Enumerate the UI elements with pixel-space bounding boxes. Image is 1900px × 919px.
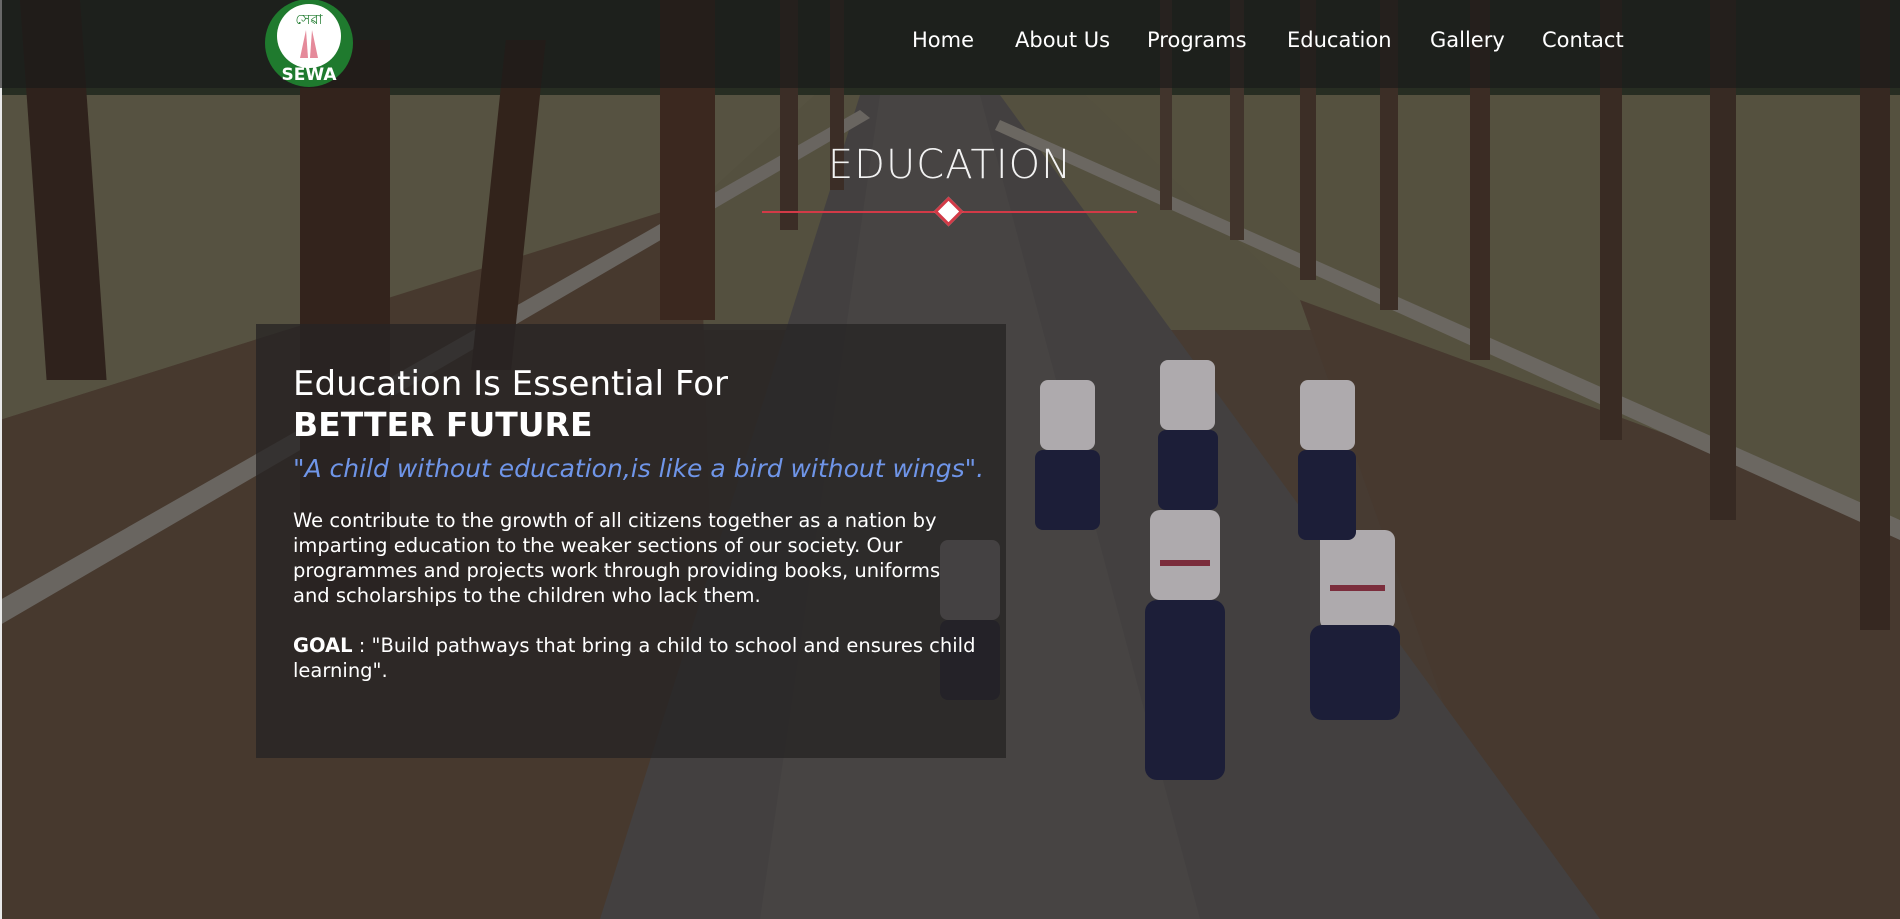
site-header: সেৱা SEWA Home About Us Programs Educati… (0, 0, 1900, 88)
sewa-logo-icon: সেৱা SEWA (265, 0, 353, 87)
page-title: EDUCATION (827, 142, 1073, 188)
page-left-edge (0, 0, 2, 919)
nav-about-us[interactable]: About Us (1015, 28, 1110, 52)
sewa-logo[interactable]: সেৱা SEWA (262, 0, 356, 88)
card-goal: GOAL : "Build pathways that bring a chil… (293, 633, 983, 683)
logo-top-text: সেৱা (295, 12, 323, 28)
nav-home[interactable]: Home (912, 28, 974, 52)
education-info-card: Education Is Essential For BETTER FUTURE… (256, 324, 1006, 758)
education-quote: "A child without education,is like a bir… (293, 454, 985, 483)
nav-contact[interactable]: Contact (1542, 28, 1624, 52)
nav-education[interactable]: Education (1287, 28, 1392, 52)
goal-label: GOAL (293, 634, 353, 657)
goal-text: : "Build pathways that bring a child to … (293, 634, 976, 682)
nav-gallery[interactable]: Gallery (1430, 28, 1505, 52)
logo-bottom-text: SEWA (281, 65, 337, 85)
card-description: We contribute to the growth of all citiz… (293, 509, 941, 607)
card-heading: Education Is Essential For (293, 364, 728, 404)
nav-programs[interactable]: Programs (1147, 28, 1247, 52)
card-heading-emphasis: BETTER FUTURE (293, 405, 593, 444)
